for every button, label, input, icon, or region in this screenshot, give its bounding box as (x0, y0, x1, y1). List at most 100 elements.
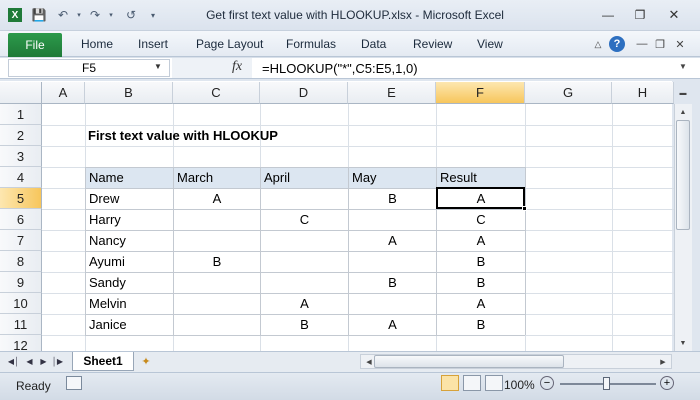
table-cell-result[interactable]: B (437, 272, 525, 293)
normal-view-icon[interactable] (441, 375, 459, 391)
table-header-may[interactable]: May (349, 167, 436, 188)
row-header-6[interactable]: 6 (0, 209, 42, 230)
row-header-3[interactable]: 3 (0, 146, 42, 167)
undo-dropdown-icon[interactable]: ▾ (72, 8, 86, 22)
table-cell-march[interactable] (174, 314, 260, 335)
tab-home[interactable]: Home (81, 37, 113, 51)
column-header-h[interactable]: H (612, 82, 674, 104)
row-header-8[interactable]: 8 (0, 251, 42, 272)
scroll-down-icon[interactable]: ▼ (675, 336, 691, 350)
sheet-title-cell[interactable]: First text value with HLOOKUP (88, 125, 278, 146)
column-header-g[interactable]: G (525, 82, 612, 104)
row-header-2[interactable]: 2 (0, 125, 42, 146)
vertical-scroll-thumb[interactable] (676, 120, 690, 230)
scroll-up-icon[interactable]: ▲ (675, 105, 691, 119)
column-header-f[interactable]: F (436, 82, 525, 104)
table-cell-result[interactable]: B (437, 251, 525, 272)
column-header-c[interactable]: C (173, 82, 260, 104)
next-sheet-icon[interactable]: ▶ (38, 354, 49, 368)
fill-handle[interactable] (522, 206, 527, 211)
row-header-7[interactable]: 7 (0, 230, 42, 251)
workbook-minimize-icon[interactable]: — (634, 36, 650, 52)
minimize-ribbon-icon[interactable]: △ (590, 36, 606, 52)
table-cell-name[interactable]: Harry (86, 209, 173, 230)
table-cell-april[interactable] (261, 230, 348, 251)
restore-icon[interactable]: ❐ (628, 7, 652, 23)
table-cell-name[interactable]: Janice (86, 314, 173, 335)
expand-formula-bar-icon[interactable]: ▼ (679, 62, 687, 71)
row-header-9[interactable]: 9 (0, 272, 42, 293)
close-icon[interactable]: ✕ (662, 7, 686, 23)
tab-page-layout[interactable]: Page Layout (196, 37, 263, 51)
column-header-d[interactable]: D (260, 82, 348, 104)
sheet-tab-sheet1[interactable]: Sheet1 (72, 352, 134, 371)
table-cell-may[interactable]: A (349, 230, 436, 251)
table-cell-april[interactable] (261, 272, 348, 293)
table-cell-march[interactable] (174, 209, 260, 230)
insert-sheet-icon[interactable]: ✦ (138, 354, 154, 368)
column-header-b[interactable]: B (85, 82, 173, 104)
last-sheet-icon[interactable]: │▶ (52, 354, 63, 368)
repeat-icon[interactable]: ↺ (124, 8, 138, 22)
table-cell-march[interactable]: A (174, 188, 260, 209)
table-cell-march[interactable] (174, 293, 260, 314)
minimize-icon[interactable]: — (596, 7, 620, 23)
table-cell-may[interactable] (349, 209, 436, 230)
zoom-in-icon[interactable]: + (660, 376, 674, 390)
first-sheet-icon[interactable]: ◀│ (8, 354, 19, 368)
table-cell-may[interactable]: A (349, 314, 436, 335)
table-header-april[interactable]: April (261, 167, 348, 188)
table-cell-march[interactable] (174, 272, 260, 293)
tab-review[interactable]: Review (413, 37, 452, 51)
table-cell-name[interactable]: Melvin (86, 293, 173, 314)
page-layout-view-icon[interactable] (463, 375, 481, 391)
name-box[interactable]: F5 (8, 59, 170, 77)
macro-record-icon[interactable] (66, 376, 82, 390)
column-header-e[interactable]: E (348, 82, 436, 104)
table-cell-name[interactable]: Ayumi (86, 251, 173, 272)
active-cell-outline[interactable] (436, 187, 525, 209)
formula-input[interactable]: =HLOOKUP("*",C5:E5,1,0) (262, 58, 418, 78)
table-cell-april[interactable]: B (261, 314, 348, 335)
undo-icon[interactable]: ↶ (56, 8, 70, 22)
table-cell-result[interactable]: C (437, 209, 525, 230)
table-header-march[interactable]: March (174, 167, 260, 188)
redo-icon[interactable]: ↷ (88, 8, 102, 22)
table-cell-result[interactable]: A (437, 293, 525, 314)
customize-qat-icon[interactable]: ▾ (146, 8, 160, 22)
tab-formulas[interactable]: Formulas (286, 37, 336, 51)
table-cell-april[interactable] (261, 188, 348, 209)
zoom-slider-thumb[interactable] (603, 377, 610, 390)
horizontal-scroll-thumb[interactable] (374, 355, 564, 368)
save-icon[interactable]: 💾 (32, 8, 47, 22)
table-cell-may[interactable]: B (349, 272, 436, 293)
zoom-level[interactable]: 100% (504, 378, 535, 392)
table-cell-name[interactable]: Sandy (86, 272, 173, 293)
redo-dropdown-icon[interactable]: ▾ (104, 8, 118, 22)
row-header-5[interactable]: 5 (0, 188, 42, 209)
prev-sheet-icon[interactable]: ◀ (24, 354, 35, 368)
table-cell-april[interactable] (261, 251, 348, 272)
table-cell-name[interactable]: Drew (86, 188, 173, 209)
table-cell-may[interactable] (349, 293, 436, 314)
table-cell-april[interactable]: C (261, 209, 348, 230)
table-cell-march[interactable] (174, 230, 260, 251)
row-header-11[interactable]: 11 (0, 314, 42, 335)
file-tab[interactable]: File (8, 33, 62, 57)
row-header-1[interactable]: 1 (0, 104, 42, 125)
column-header-a[interactable]: A (42, 82, 85, 104)
tab-insert[interactable]: Insert (138, 37, 168, 51)
tab-view[interactable]: View (477, 37, 503, 51)
table-cell-april[interactable]: A (261, 293, 348, 314)
insert-function-icon[interactable]: fx (232, 59, 242, 75)
table-header-result[interactable]: Result (437, 167, 525, 188)
table-cell-may[interactable] (349, 251, 436, 272)
table-cell-may[interactable]: B (349, 188, 436, 209)
tab-data[interactable]: Data (361, 37, 386, 51)
table-cell-march[interactable]: B (174, 251, 260, 272)
row-header-10[interactable]: 10 (0, 293, 42, 314)
page-break-view-icon[interactable] (485, 375, 503, 391)
help-icon[interactable]: ? (609, 36, 625, 52)
zoom-out-icon[interactable]: − (540, 376, 554, 390)
select-all-corner[interactable] (0, 82, 42, 104)
